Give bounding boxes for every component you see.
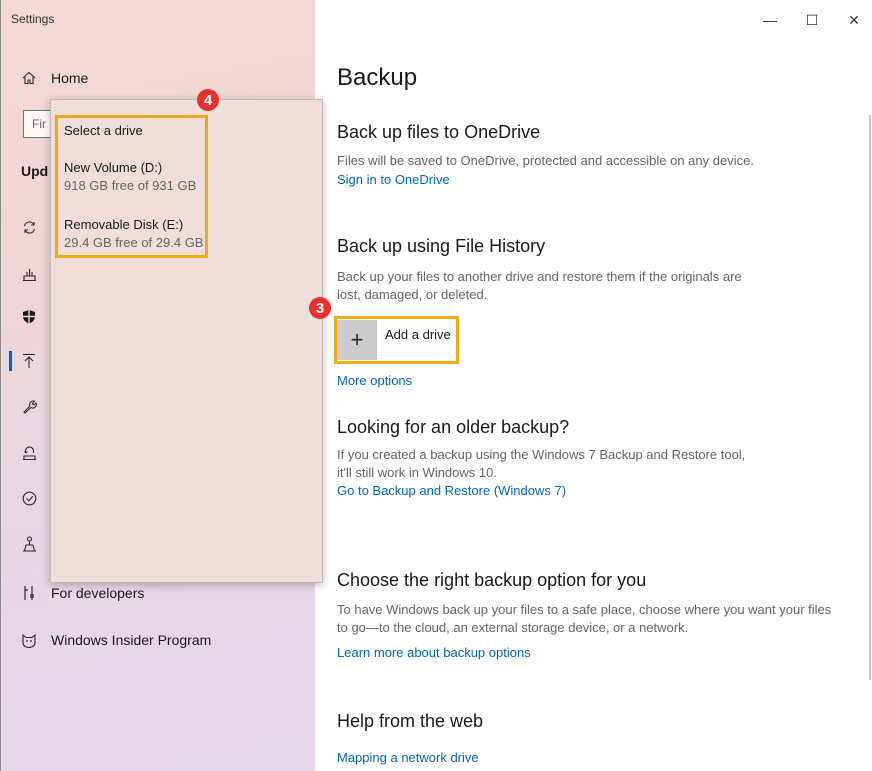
sidebar-item-backup[interactable] xyxy=(21,349,51,373)
older-backup-heading: Looking for an older backup? xyxy=(337,417,570,437)
sidebar-item-for-developers[interactable]: For developers xyxy=(21,581,144,605)
sidebar-item-delivery-optimization[interactable] xyxy=(21,262,51,286)
sidebar-item-recovery[interactable] xyxy=(21,441,51,465)
sign-in-onedrive-link[interactable]: Sign in to OneDrive xyxy=(337,172,450,187)
check-circle-icon xyxy=(21,490,37,506)
file-history-description-line2: lost, damaged, or deleted. xyxy=(337,287,488,302)
wrench-icon xyxy=(21,398,37,414)
close-button[interactable]: ✕ xyxy=(844,12,864,29)
sidebar-item-label: Windows Insider Program xyxy=(51,632,212,648)
add-drive-highlight-box xyxy=(334,316,459,364)
recovery-icon xyxy=(21,445,37,461)
right-option-heading: Choose the right backup option for you xyxy=(337,570,647,590)
delivery-optimization-icon xyxy=(21,266,37,282)
more-options-link[interactable]: More options xyxy=(337,373,412,388)
sidebar-item-windows-update[interactable] xyxy=(21,215,51,239)
sidebar-item-find-my-device[interactable] xyxy=(21,532,51,556)
sync-icon xyxy=(21,219,37,235)
section-title: Upd xyxy=(21,163,49,179)
right-option-description-line1: To have Windows back up your files to a … xyxy=(337,602,832,617)
file-history-description-line1: Back up your files to another drive and … xyxy=(337,269,742,284)
sidebar-item-home[interactable]: Home xyxy=(21,66,88,90)
sidebar-item-label: Home xyxy=(51,70,89,86)
step-badge-3: 3 xyxy=(309,297,331,319)
mapping-network-drive-link[interactable]: Mapping a network drive xyxy=(337,750,479,765)
scrollbar[interactable] xyxy=(869,115,871,680)
sidebar-item-label: For developers xyxy=(51,585,145,601)
maximize-button[interactable]: ☐ xyxy=(802,12,822,29)
shield-icon xyxy=(21,308,37,324)
page-title: Backup xyxy=(337,64,418,91)
onedrive-description: Files will be saved to OneDrive, protect… xyxy=(337,153,754,168)
active-indicator xyxy=(9,351,12,371)
home-icon xyxy=(21,70,37,86)
app-title: Settings xyxy=(11,12,55,26)
sidebar-item-windows-security[interactable] xyxy=(21,304,51,328)
sidebar-item-windows-insider-program[interactable]: Windows Insider Program xyxy=(21,628,211,652)
insider-cat-icon xyxy=(21,632,37,648)
backup-arrow-icon xyxy=(21,353,37,369)
older-backup-description-line1: If you created a backup using the Window… xyxy=(337,447,746,462)
older-backup-description-line2: it'll still work in Windows 10. xyxy=(337,465,497,480)
step-badge-4: 4 xyxy=(197,89,219,111)
right-option-description-line2: to go—to the cloud, an external storage … xyxy=(337,620,689,635)
developer-tools-icon xyxy=(21,585,37,601)
sidebar-item-troubleshoot[interactable] xyxy=(21,394,51,418)
onedrive-heading: Back up files to OneDrive xyxy=(337,122,541,142)
file-history-heading: Back up using File History xyxy=(337,236,546,256)
backup-restore-win7-link[interactable]: Go to Backup and Restore (Windows 7) xyxy=(337,483,566,498)
help-heading: Help from the web xyxy=(337,711,484,731)
sidebar-item-activation[interactable] xyxy=(21,486,51,510)
find-device-icon xyxy=(21,536,37,552)
dropdown-highlight-box xyxy=(55,115,208,258)
minimize-button[interactable]: — xyxy=(760,12,780,28)
learn-more-backup-link[interactable]: Learn more about backup options xyxy=(337,645,531,660)
